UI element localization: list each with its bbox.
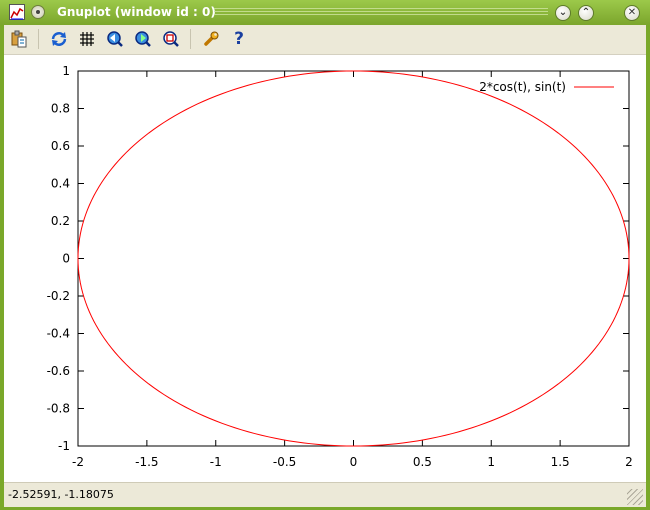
clipboard-icon bbox=[11, 30, 27, 48]
copy-to-clipboard-button[interactable] bbox=[10, 30, 28, 48]
y-tick-label: -1 bbox=[58, 439, 70, 453]
gnuplot-window: Gnuplot (window id : 0) ⌄ ⌃ ✕ ? -2 -1.5 … bbox=[0, 0, 650, 510]
replot-button[interactable] bbox=[50, 30, 68, 48]
window-title: Gnuplot (window id : 0) bbox=[57, 5, 216, 19]
toolbar-separator bbox=[38, 29, 39, 49]
y-tick-label: 0 bbox=[62, 252, 70, 266]
gnuplot-app-icon[interactable] bbox=[9, 4, 25, 20]
y-tick-label: -0.2 bbox=[47, 289, 70, 303]
x-tick-label: 1.5 bbox=[551, 455, 570, 469]
help-button[interactable]: ? bbox=[230, 30, 248, 48]
x-tick-label: -0.5 bbox=[273, 455, 296, 469]
resize-grip[interactable] bbox=[627, 489, 643, 505]
close-button[interactable]: ✕ bbox=[624, 5, 640, 21]
help-icon: ? bbox=[234, 29, 244, 49]
window-menu-icon[interactable] bbox=[31, 5, 45, 19]
maximize-button[interactable]: ⌃ bbox=[578, 5, 594, 21]
x-tick-label: -1.5 bbox=[135, 455, 158, 469]
legend-label: 2*cos(t), sin(t) bbox=[479, 80, 566, 94]
title-bar[interactable]: Gnuplot (window id : 0) ⌄ ⌃ ✕ bbox=[0, 0, 650, 25]
y-tick-label: 1 bbox=[62, 64, 70, 78]
toolbar-separator bbox=[190, 29, 191, 49]
refresh-icon bbox=[51, 32, 67, 46]
chevron-up-icon: ⌃ bbox=[581, 7, 591, 18]
wrench-icon bbox=[204, 31, 219, 46]
chevron-down-icon: ⌄ bbox=[558, 7, 568, 18]
cursor-coordinates: -2.52591, -1.18075 bbox=[8, 488, 114, 501]
y-tick-label: 0.8 bbox=[51, 102, 70, 116]
y-tick-label: 0.6 bbox=[51, 139, 70, 153]
y-tick-label: -0.8 bbox=[47, 402, 70, 416]
zoom-previous-icon bbox=[107, 31, 123, 47]
options-button[interactable] bbox=[202, 30, 220, 48]
x-tick-label: 0.5 bbox=[413, 455, 432, 469]
grid-button[interactable] bbox=[78, 30, 96, 48]
plot-area[interactable]: -2 -1.5 -1 -0.5 0 0.5 1 1.5 2 -1 -0.8 -0.6 -0.4 -0.2 0… bbox=[4, 55, 646, 482]
series-line bbox=[77, 70, 630, 447]
minimize-button[interactable]: ⌄ bbox=[555, 5, 571, 21]
x-tick-label: -2 bbox=[72, 455, 84, 469]
y-tick-label: 0.2 bbox=[51, 214, 70, 228]
x-tick-label: 2 bbox=[625, 455, 633, 469]
x-tick-label: 1 bbox=[487, 455, 495, 469]
title-decoration bbox=[214, 8, 548, 17]
autoscale-icon bbox=[163, 31, 179, 47]
close-icon: ✕ bbox=[627, 7, 637, 18]
plot-border bbox=[77, 70, 630, 447]
grid-icon bbox=[80, 32, 94, 46]
y-tick-label: -0.6 bbox=[47, 364, 70, 378]
autoscale-button[interactable] bbox=[162, 30, 180, 48]
y-tick-label: -0.4 bbox=[47, 327, 70, 341]
y-tick-label: 0.4 bbox=[51, 177, 70, 191]
x-tick-label: 0 bbox=[350, 455, 358, 469]
chart[interactable]: -2 -1.5 -1 -0.5 0 0.5 1 1.5 2 -1 -0.8 -0.6 -0.4 -0.2 0… bbox=[4, 55, 646, 482]
zoom-next-icon bbox=[135, 31, 151, 47]
status-bar: -2.52591, -1.18075 bbox=[4, 482, 646, 507]
toolbar: ? bbox=[4, 25, 646, 55]
next-zoom-button[interactable] bbox=[134, 30, 152, 48]
previous-zoom-button[interactable] bbox=[106, 30, 124, 48]
x-tick-label: -1 bbox=[210, 455, 222, 469]
